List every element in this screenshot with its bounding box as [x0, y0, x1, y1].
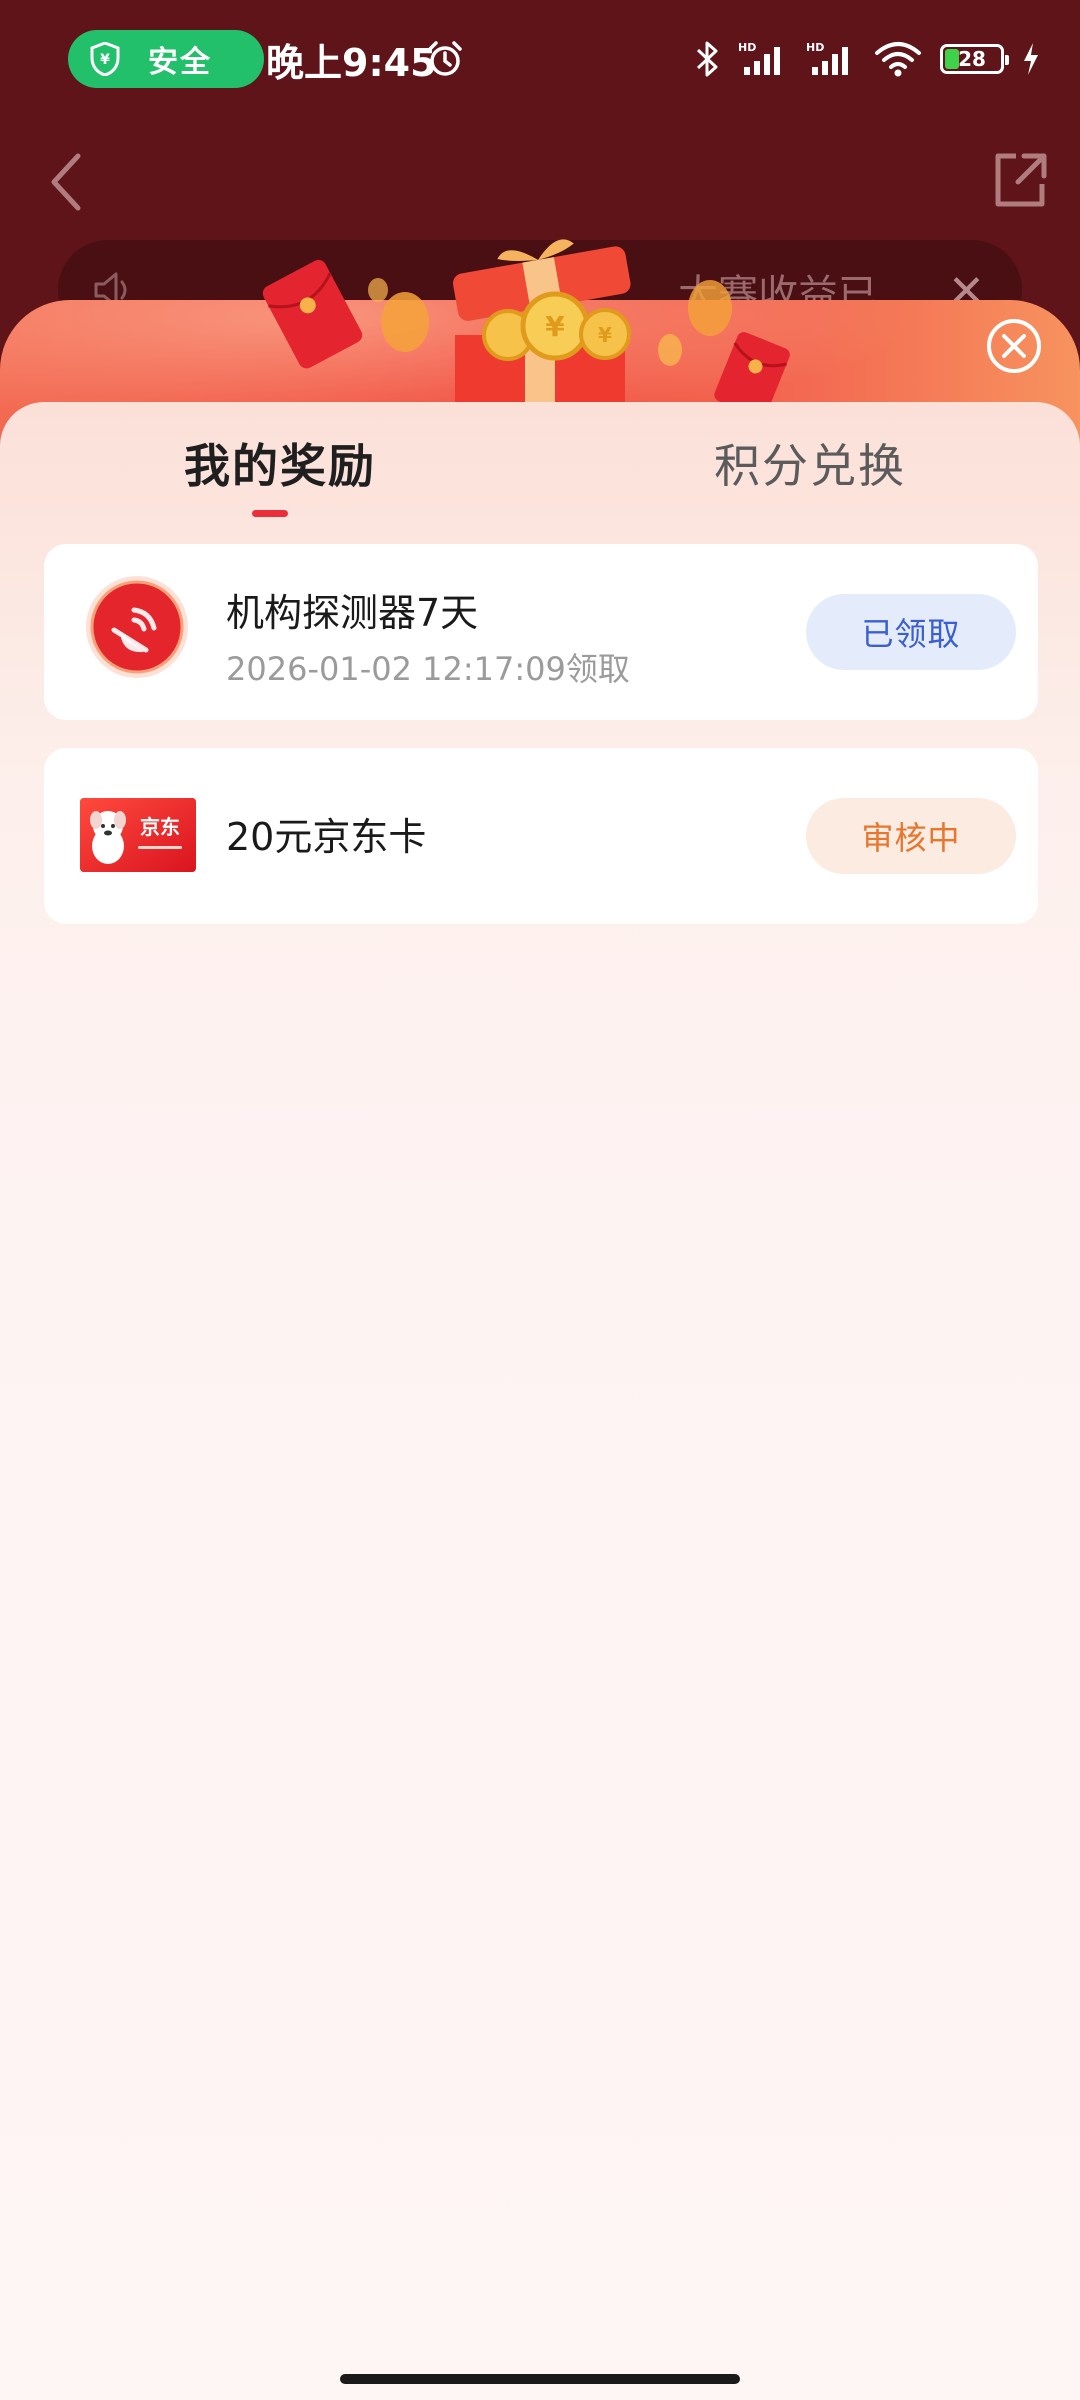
- jd-card-label: 京东: [140, 815, 180, 839]
- reward-title: 20元京东卡: [226, 815, 427, 859]
- clock: 晚上9:45: [266, 40, 437, 85]
- shield-icon: ¥: [90, 42, 120, 76]
- reward-claim-time: 2026-01-02 12:17:09领取: [226, 650, 630, 688]
- reward-title: 机构探测器7天: [226, 591, 479, 635]
- svg-text:¥: ¥: [100, 52, 110, 68]
- share-icon[interactable]: [990, 150, 1050, 210]
- signal-icon-2: HD: [806, 41, 848, 75]
- svg-text:¥: ¥: [598, 323, 612, 347]
- alarm-icon: [428, 41, 462, 76]
- jd-card-icon: 京东: [80, 798, 196, 872]
- reward-card[interactable]: 京东 20元京东卡 审核中: [44, 748, 1038, 924]
- charging-icon: [1024, 43, 1038, 75]
- security-badge[interactable]: ¥ 安全: [68, 30, 264, 88]
- screen: ¥ 安全 晚上9:45 HD HD 28 大赛收益已 ✕ ¥ ¥ 我的奖励 积分…: [0, 0, 1080, 2400]
- status-icons: HD HD 28: [694, 34, 1040, 84]
- close-icon[interactable]: [986, 318, 1042, 374]
- back-icon[interactable]: [46, 150, 86, 214]
- signal-icon-1: HD: [738, 41, 780, 75]
- claimed-status-button[interactable]: 已领取: [806, 594, 1016, 670]
- gift-box-illustration: ¥ ¥: [262, 239, 790, 420]
- reward-card[interactable]: 机构探测器7天 2026-01-02 12:17:09领取 已领取: [44, 544, 1038, 720]
- status-bar: ¥ 安全 晚上9:45 HD HD 28: [0, 0, 1080, 120]
- tab-bar: 我的奖励 积分兑换: [0, 430, 1080, 530]
- battery-level: 28: [958, 47, 986, 71]
- bluetooth-icon: [696, 41, 718, 77]
- battery-icon: 28: [940, 44, 1009, 74]
- svg-text:HD: HD: [806, 41, 824, 54]
- svg-text:HD: HD: [738, 41, 756, 54]
- home-indicator[interactable]: [340, 2374, 740, 2384]
- active-tab-indicator: [252, 510, 288, 517]
- wifi-icon: [875, 42, 921, 77]
- svg-text:¥: ¥: [545, 310, 565, 343]
- detector-icon: [86, 576, 188, 678]
- security-label: 安全: [148, 45, 212, 80]
- tab-points-exchange[interactable]: 积分兑换: [714, 430, 906, 530]
- pending-status-button[interactable]: 审核中: [806, 798, 1016, 874]
